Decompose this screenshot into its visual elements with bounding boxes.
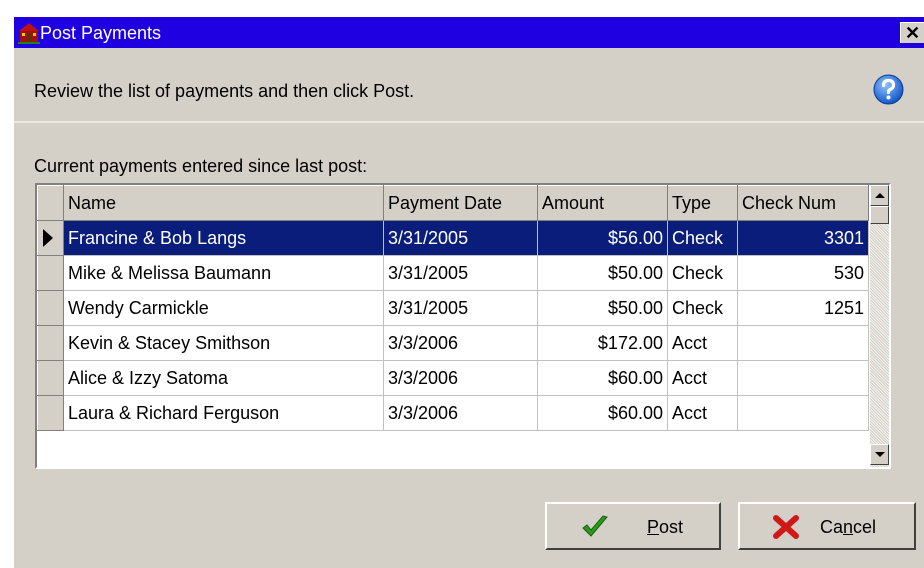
table-row[interactable]: Mike & Melissa Baumann 3/31/2005 $50.00 … — [37, 255, 869, 291]
scroll-up-button[interactable] — [870, 185, 889, 206]
x-icon — [773, 515, 799, 539]
cancel-button[interactable]: Cancel — [738, 502, 916, 550]
cell-date[interactable]: 3/3/2006 — [383, 325, 538, 361]
cell-name[interactable]: Kevin & Stacey Smithson — [63, 325, 384, 361]
column-header-payment-date[interactable]: Payment Date — [383, 185, 538, 221]
window-title: Post Payments — [40, 23, 162, 43]
scroll-thumb[interactable] — [870, 206, 889, 224]
cell-check-num[interactable]: 3301 — [737, 220, 869, 256]
row-indicator[interactable] — [37, 290, 64, 326]
table-row[interactable]: Laura & Richard Ferguson 3/3/2006 $60.00… — [37, 395, 869, 431]
close-icon: ✕ — [904, 23, 921, 43]
cell-type[interactable]: Check — [667, 290, 738, 326]
cell-check-num[interactable] — [737, 325, 869, 361]
row-indicator[interactable] — [37, 360, 64, 396]
payments-table: Name Payment Date Amount Type Check Num … — [37, 185, 869, 431]
cell-date[interactable]: 3/3/2006 — [383, 395, 538, 431]
cell-type[interactable]: Check — [667, 220, 738, 256]
column-header-name[interactable]: Name — [63, 185, 384, 221]
cell-type[interactable]: Acct — [667, 360, 738, 396]
house-icon — [18, 22, 40, 44]
row-indicator[interactable] — [37, 395, 64, 431]
cell-amount[interactable]: $60.00 — [537, 360, 668, 396]
title-bar: Post Payments ✕ — [14, 17, 924, 48]
cell-date[interactable]: 3/31/2005 — [383, 290, 538, 326]
cell-name[interactable]: Francine & Bob Langs — [63, 220, 384, 256]
cell-amount[interactable]: $56.00 — [537, 220, 668, 256]
cell-date[interactable]: 3/31/2005 — [383, 255, 538, 291]
checkmark-icon — [582, 515, 608, 537]
cell-type[interactable]: Acct — [667, 325, 738, 361]
table-row[interactable]: Kevin & Stacey Smithson 3/3/2006 $172.00… — [37, 325, 869, 361]
cell-check-num[interactable]: 530 — [737, 255, 869, 291]
row-indicator[interactable] — [37, 325, 64, 361]
cell-name[interactable]: Mike & Melissa Baumann — [63, 255, 384, 291]
cell-name[interactable]: Wendy Carmickle — [63, 290, 384, 326]
column-header-type[interactable]: Type — [667, 185, 738, 221]
close-button[interactable]: ✕ — [900, 22, 924, 43]
table-row[interactable]: Wendy Carmickle 3/31/2005 $50.00 Check 1… — [37, 290, 869, 326]
cell-check-num[interactable] — [737, 395, 869, 431]
cell-amount[interactable]: $60.00 — [537, 395, 668, 431]
header-row: Name Payment Date Amount Type Check Num — [37, 185, 869, 221]
cell-amount[interactable]: $50.00 — [537, 255, 668, 291]
cell-type[interactable]: Check — [667, 255, 738, 291]
payments-grid: Name Payment Date Amount Type Check Num … — [35, 183, 891, 469]
corner-cell — [37, 185, 64, 221]
cancel-button-label: Cancel — [820, 517, 877, 537]
cell-amount[interactable]: $50.00 — [537, 290, 668, 326]
cell-amount[interactable]: $172.00 — [537, 325, 668, 361]
row-indicator[interactable] — [37, 255, 64, 291]
post-button[interactable]: Post — [545, 502, 721, 550]
table-row[interactable]: Francine & Bob Langs 3/31/2005 $56.00 Ch… — [37, 220, 869, 256]
cell-name[interactable]: Alice & Izzy Satoma — [63, 360, 384, 396]
cell-date[interactable]: 3/3/2006 — [383, 360, 538, 396]
column-header-amount[interactable]: Amount — [537, 185, 668, 221]
instruction-text: Review the list of payments and then cli… — [34, 81, 415, 101]
cell-check-num[interactable] — [737, 360, 869, 396]
grid-caption: Current payments entered since last post… — [34, 156, 368, 176]
scroll-down-button[interactable] — [870, 444, 889, 465]
cell-name[interactable]: Laura & Richard Ferguson — [63, 395, 384, 431]
row-indicator[interactable] — [37, 220, 64, 256]
cell-check-num[interactable]: 1251 — [737, 290, 869, 326]
table-row[interactable]: Alice & Izzy Satoma 3/3/2006 $60.00 Acct — [37, 360, 869, 396]
current-row-arrow-icon — [43, 229, 53, 247]
cell-type[interactable]: Acct — [667, 395, 738, 431]
vertical-scrollbar[interactable] — [870, 185, 889, 467]
help-icon[interactable] — [873, 74, 904, 105]
post-payments-dialog: Post Payments ✕ Review the list of payme… — [14, 17, 924, 568]
column-header-check-num[interactable]: Check Num — [737, 185, 869, 221]
cell-date[interactable]: 3/31/2005 — [383, 220, 538, 256]
header-band: Review the list of payments and then cli… — [14, 48, 924, 123]
post-button-label: Post — [647, 517, 684, 537]
